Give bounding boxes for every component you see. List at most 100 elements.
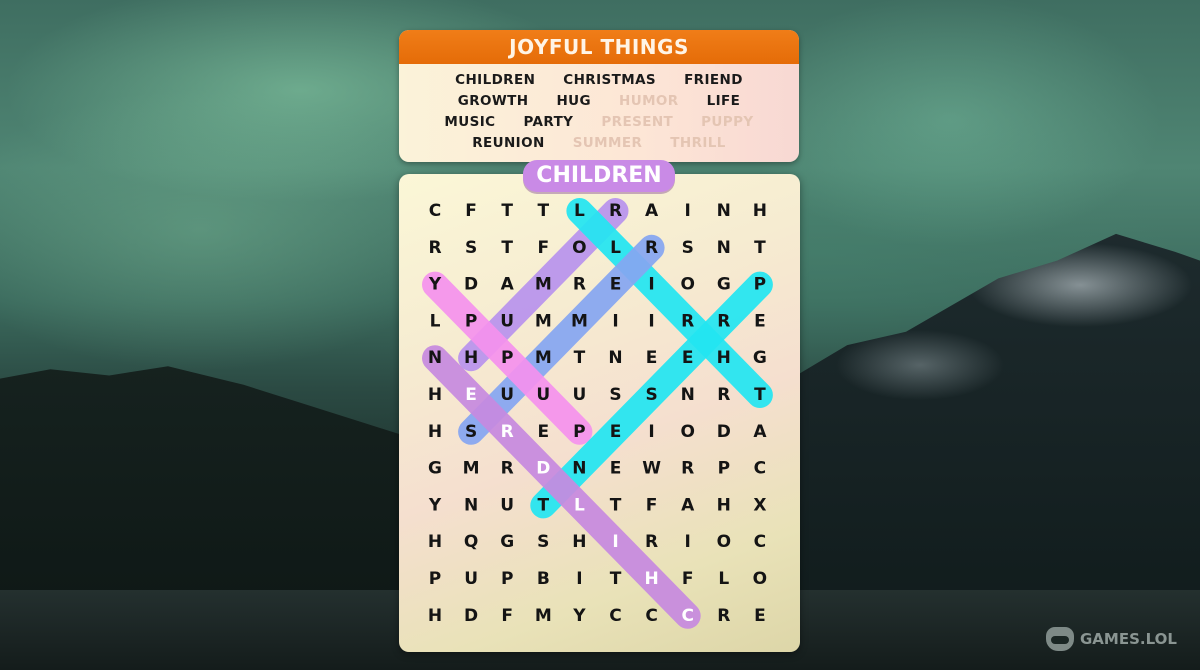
grid-cell[interactable]: A: [681, 495, 695, 515]
grid-cell[interactable]: R: [645, 532, 658, 552]
grid-cell[interactable]: N: [717, 201, 731, 221]
grid-cell[interactable]: Y: [428, 495, 442, 515]
grid-cell[interactable]: G: [428, 459, 442, 479]
grid-cell[interactable]: H: [464, 348, 478, 368]
grid-cell[interactable]: R: [681, 311, 694, 331]
grid-cell[interactable]: M: [535, 311, 552, 331]
grid-cell[interactable]: T: [501, 238, 513, 258]
grid-cell[interactable]: Y: [428, 275, 442, 295]
grid-cell[interactable]: E: [682, 348, 694, 368]
grid-cell[interactable]: Q: [464, 532, 478, 552]
grid-cell[interactable]: C: [681, 606, 693, 626]
grid-cell[interactable]: A: [501, 275, 515, 295]
grid-cell[interactable]: C: [609, 606, 621, 626]
grid-cell[interactable]: T: [610, 495, 622, 515]
grid-cell[interactable]: I: [685, 201, 691, 221]
grid-cell[interactable]: A: [645, 201, 659, 221]
grid-cell[interactable]: G: [717, 275, 731, 295]
grid-cell[interactable]: N: [464, 495, 478, 515]
grid-cell[interactable]: I: [685, 532, 691, 552]
grid-cell[interactable]: P: [429, 569, 441, 589]
grid-cell[interactable]: I: [648, 275, 654, 295]
grid-cell[interactable]: T: [610, 569, 622, 589]
grid-cell[interactable]: U: [500, 495, 514, 515]
grid-cell[interactable]: E: [610, 459, 622, 479]
grid-cell[interactable]: F: [646, 495, 658, 515]
grid-cell[interactable]: O: [680, 275, 694, 295]
grid-cell[interactable]: M: [535, 275, 552, 295]
grid-cell[interactable]: L: [430, 311, 441, 331]
grid-cell[interactable]: H: [644, 569, 658, 589]
grid-cell[interactable]: O: [717, 532, 731, 552]
grid-cell[interactable]: F: [501, 606, 513, 626]
grid-cell[interactable]: N: [572, 459, 586, 479]
grid-cell[interactable]: R: [681, 459, 694, 479]
grid-cell[interactable]: R: [501, 422, 514, 442]
grid-cell[interactable]: H: [428, 385, 442, 405]
grid-cell[interactable]: U: [500, 385, 514, 405]
grid-cell[interactable]: I: [612, 532, 618, 552]
grid-cell[interactable]: S: [537, 532, 549, 552]
grid-cell[interactable]: N: [428, 348, 442, 368]
grid-cell[interactable]: U: [572, 385, 586, 405]
grid-cell[interactable]: R: [573, 275, 586, 295]
grid-cell[interactable]: P: [718, 459, 730, 479]
grid-cell[interactable]: R: [645, 238, 658, 258]
grid-cell[interactable]: B: [537, 569, 550, 589]
grid-cell[interactable]: I: [648, 422, 654, 442]
grid-cell[interactable]: D: [536, 459, 550, 479]
grid-cell[interactable]: C: [645, 606, 657, 626]
grid-cell[interactable]: L: [574, 201, 585, 221]
grid-cell[interactable]: E: [537, 422, 549, 442]
grid-cell[interactable]: E: [610, 422, 622, 442]
grid-cell[interactable]: L: [574, 495, 585, 515]
grid-cell[interactable]: L: [718, 569, 729, 589]
grid-cell[interactable]: N: [717, 238, 731, 258]
grid-cell[interactable]: D: [464, 606, 478, 626]
grid-cell[interactable]: T: [754, 385, 766, 405]
grid-cell[interactable]: R: [501, 459, 514, 479]
grid-cell[interactable]: N: [681, 385, 695, 405]
grid-cell[interactable]: E: [610, 275, 622, 295]
grid-cell[interactable]: P: [465, 311, 477, 331]
grid-cell[interactable]: U: [464, 569, 478, 589]
grid-cell[interactable]: C: [429, 201, 441, 221]
grid-cell[interactable]: O: [753, 569, 767, 589]
grid-cell[interactable]: M: [463, 459, 480, 479]
grid-cell[interactable]: P: [754, 275, 766, 295]
grid-cell[interactable]: L: [610, 238, 621, 258]
grid-cell[interactable]: E: [646, 348, 658, 368]
grid-cell[interactable]: O: [572, 238, 586, 258]
grid-cell[interactable]: S: [682, 238, 694, 258]
grid-cell[interactable]: D: [464, 275, 478, 295]
grid-cell[interactable]: S: [465, 422, 477, 442]
grid-cell[interactable]: T: [537, 201, 549, 221]
grid-cell[interactable]: P: [501, 569, 513, 589]
grid-cell[interactable]: I: [612, 311, 618, 331]
grid-cell[interactable]: N: [608, 348, 622, 368]
grid-cell[interactable]: X: [753, 495, 766, 515]
grid-cell[interactable]: H: [753, 201, 767, 221]
grid-cell[interactable]: R: [717, 311, 730, 331]
grid-cell[interactable]: H: [572, 532, 586, 552]
grid-cell[interactable]: T: [501, 201, 513, 221]
grid-cell[interactable]: U: [536, 385, 550, 405]
grid-cell[interactable]: G: [500, 532, 514, 552]
grid-cell[interactable]: I: [576, 569, 582, 589]
grid-cell[interactable]: F: [537, 238, 549, 258]
grid-cell[interactable]: M: [535, 348, 552, 368]
grid-cell[interactable]: R: [609, 201, 622, 221]
grid-cell[interactable]: T: [574, 348, 586, 368]
grid-cell[interactable]: M: [535, 606, 552, 626]
grid-cell[interactable]: Y: [572, 606, 586, 626]
grid-cell[interactable]: A: [753, 422, 767, 442]
grid-cell[interactable]: P: [501, 348, 513, 368]
grid-cell[interactable]: F: [465, 201, 477, 221]
grid-cell[interactable]: E: [465, 385, 477, 405]
grid-cell[interactable]: T: [537, 495, 549, 515]
grid-cell[interactable]: D: [717, 422, 731, 442]
grid-cell[interactable]: H: [428, 532, 442, 552]
grid-cell[interactable]: C: [754, 532, 766, 552]
grid-cell[interactable]: S: [645, 385, 657, 405]
grid-cell[interactable]: S: [609, 385, 621, 405]
